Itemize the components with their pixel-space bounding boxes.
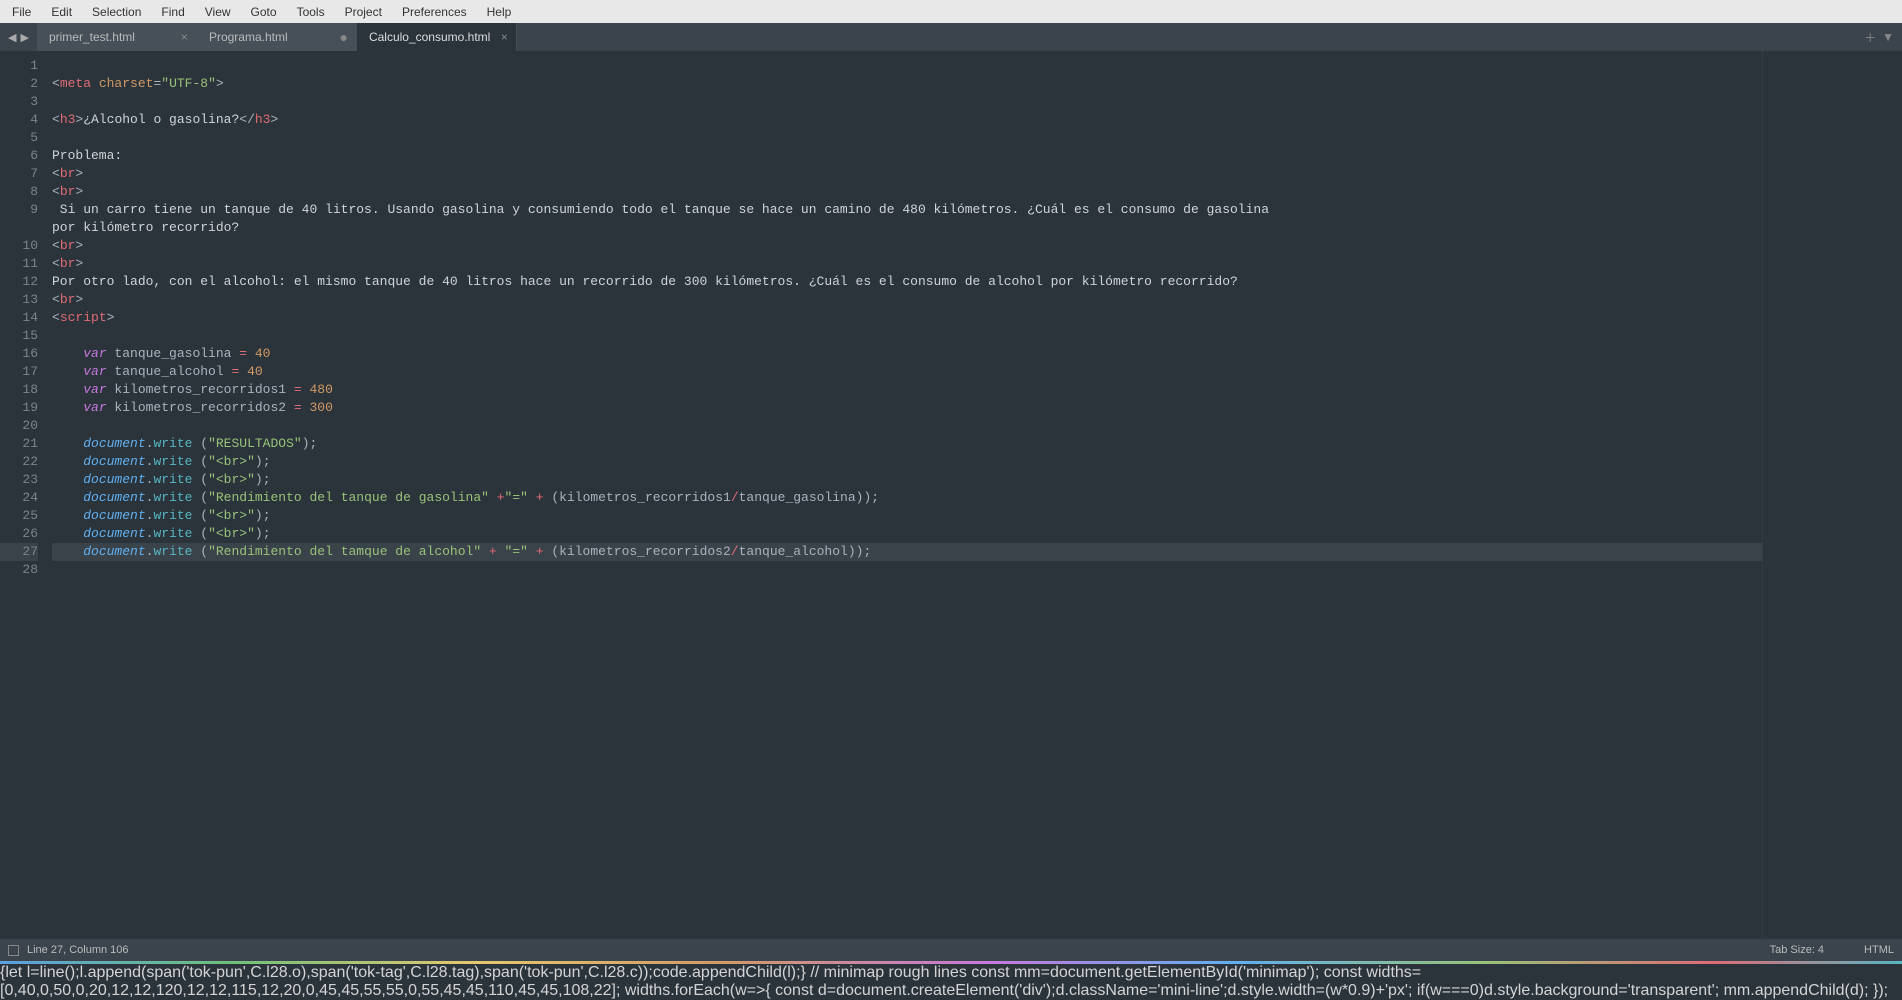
tab-nav-arrows: ◀ ▶ bbox=[0, 23, 37, 51]
tab-calculo-consumo[interactable]: Calculo_consumo.html × bbox=[357, 23, 517, 51]
tab-bar-right-controls: ＋ ▼ bbox=[1850, 23, 1902, 51]
code-area[interactable]: <meta charset="UTF-8"><h3>¿Alcohol o gas… bbox=[46, 51, 1762, 939]
tab-size-indicator[interactable]: Tab Size: 4 bbox=[1770, 944, 1824, 956]
tab-nav-forward-icon[interactable]: ▶ bbox=[20, 31, 28, 44]
new-tab-icon[interactable]: ＋ bbox=[1864, 29, 1876, 46]
menu-find[interactable]: Find bbox=[151, 2, 194, 22]
menu-tools[interactable]: Tools bbox=[287, 2, 335, 22]
bottom-accent-bar bbox=[0, 961, 1902, 964]
syntax-indicator[interactable]: HTML bbox=[1864, 944, 1894, 956]
menu-file[interactable]: File bbox=[2, 2, 41, 22]
menu-bar: File Edit Selection Find View Goto Tools… bbox=[0, 0, 1902, 23]
minimap[interactable] bbox=[1762, 51, 1902, 939]
tab-label: primer_test.html bbox=[49, 30, 135, 44]
menu-view[interactable]: View bbox=[195, 2, 241, 22]
editor: 123456789 101112131415161718192021222324… bbox=[0, 51, 1902, 939]
tab-programa[interactable]: Programa.html ● bbox=[197, 23, 357, 51]
menu-preferences[interactable]: Preferences bbox=[392, 2, 477, 22]
menu-selection[interactable]: Selection bbox=[82, 2, 151, 22]
tab-label: Calculo_consumo.html bbox=[369, 30, 490, 44]
tab-label: Programa.html bbox=[209, 30, 288, 44]
menu-goto[interactable]: Goto bbox=[241, 2, 287, 22]
menu-help[interactable]: Help bbox=[477, 2, 522, 22]
close-icon[interactable]: × bbox=[181, 30, 188, 44]
unsaved-dot-icon[interactable]: ● bbox=[339, 29, 347, 45]
panel-toggle-icon[interactable] bbox=[8, 945, 19, 956]
status-bar: Line 27, Column 106 Tab Size: 4 HTML bbox=[0, 939, 1902, 961]
tab-primer-test[interactable]: primer_test.html × bbox=[37, 23, 197, 51]
cursor-position[interactable]: Line 27, Column 106 bbox=[27, 944, 129, 956]
dropdown-icon[interactable]: ▼ bbox=[1882, 30, 1894, 44]
close-icon[interactable]: × bbox=[501, 30, 508, 44]
tab-bar: ◀ ▶ primer_test.html × Programa.html ● C… bbox=[0, 23, 1902, 51]
tab-nav-back-icon[interactable]: ◀ bbox=[8, 31, 16, 44]
menu-edit[interactable]: Edit bbox=[41, 2, 82, 22]
menu-project[interactable]: Project bbox=[335, 2, 392, 22]
line-number-gutter: 123456789 101112131415161718192021222324… bbox=[0, 51, 46, 939]
